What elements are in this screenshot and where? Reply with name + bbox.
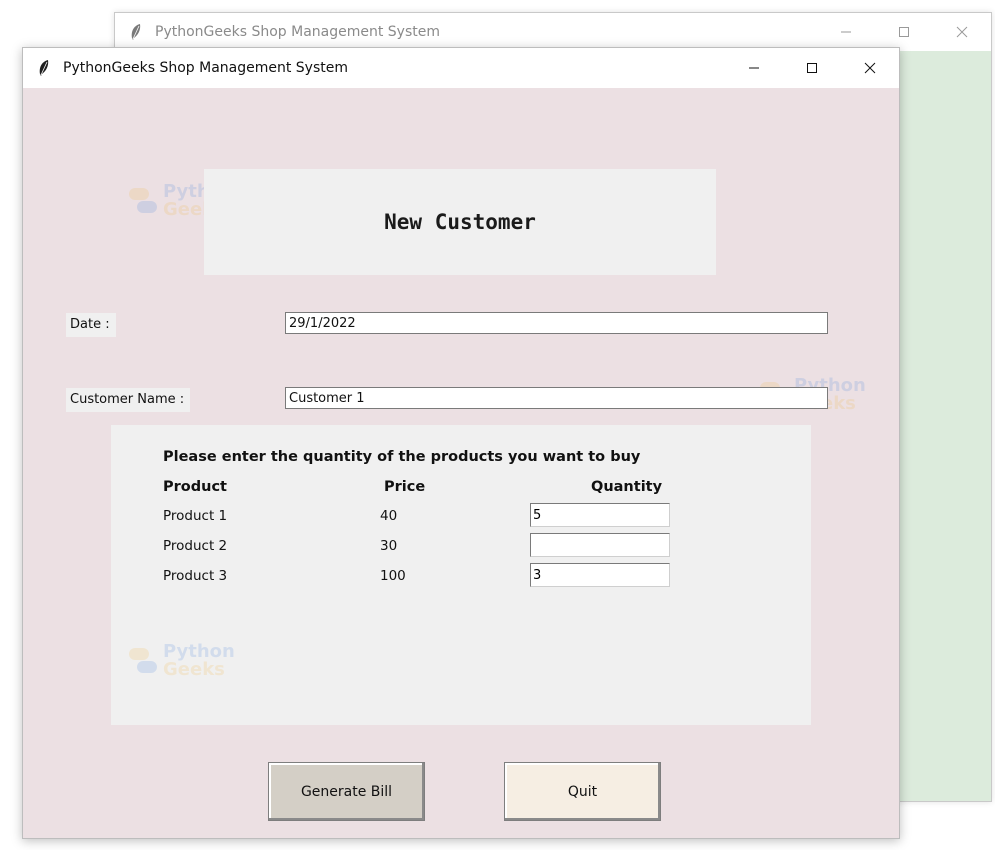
window-client: PythonGeeks PythonGeeks New Customer Dat… xyxy=(23,88,899,838)
back-window-title: PythonGeeks Shop Management System xyxy=(155,24,440,40)
quantity-field-product-3[interactable] xyxy=(530,563,670,587)
feather-icon xyxy=(33,57,55,79)
main-window[interactable]: PythonGeeks Shop Management System Pytho… xyxy=(22,47,900,839)
feather-icon xyxy=(125,21,147,43)
column-header-product: Product xyxy=(163,479,227,495)
column-header-price: Price xyxy=(384,479,426,495)
python-geeks-logo-icon xyxy=(129,186,159,216)
product-price: 100 xyxy=(380,568,406,584)
maximize-button[interactable] xyxy=(875,13,933,51)
generate-bill-button[interactable]: Generate Bill xyxy=(268,762,425,821)
back-window-titlebar[interactable]: PythonGeeks Shop Management System xyxy=(115,13,991,51)
date-field[interactable] xyxy=(285,312,828,334)
maximize-icon xyxy=(807,63,817,73)
page-title: New Customer xyxy=(384,210,536,234)
product-name: Product 3 xyxy=(163,568,228,584)
product-price: 30 xyxy=(380,538,398,554)
watermark-line2: Geeks xyxy=(163,659,225,680)
customer-name-field[interactable] xyxy=(285,387,828,409)
maximize-button[interactable] xyxy=(783,48,841,88)
date-label: Date : xyxy=(66,313,116,337)
minimize-icon xyxy=(841,31,851,33)
header-panel: New Customer xyxy=(204,169,716,275)
maximize-icon xyxy=(899,27,909,37)
products-instruction: Please enter the quantity of the product… xyxy=(163,449,641,465)
window-titlebar[interactable]: PythonGeeks Shop Management System xyxy=(23,48,899,88)
column-header-quantity: Quantity xyxy=(591,479,663,495)
minimize-icon xyxy=(749,67,759,69)
product-price: 40 xyxy=(380,508,398,524)
quantity-field-product-1[interactable] xyxy=(530,503,670,527)
minimize-button[interactable] xyxy=(817,13,875,51)
customer-name-label: Customer Name : xyxy=(66,388,191,412)
quantity-field-product-2[interactable] xyxy=(530,533,670,557)
close-button[interactable] xyxy=(841,48,899,88)
close-icon xyxy=(864,62,876,74)
product-name: Product 2 xyxy=(163,538,228,554)
minimize-button[interactable] xyxy=(725,48,783,88)
window-title: PythonGeeks Shop Management System xyxy=(63,60,348,76)
products-frame: Please enter the quantity of the product… xyxy=(111,425,811,725)
watermark-logo: PythonGeeks xyxy=(129,643,235,679)
product-name: Product 1 xyxy=(163,508,228,524)
quit-button[interactable]: Quit xyxy=(504,762,661,821)
python-geeks-logo-icon xyxy=(129,646,159,676)
close-icon xyxy=(956,26,968,38)
close-button[interactable] xyxy=(933,13,991,51)
